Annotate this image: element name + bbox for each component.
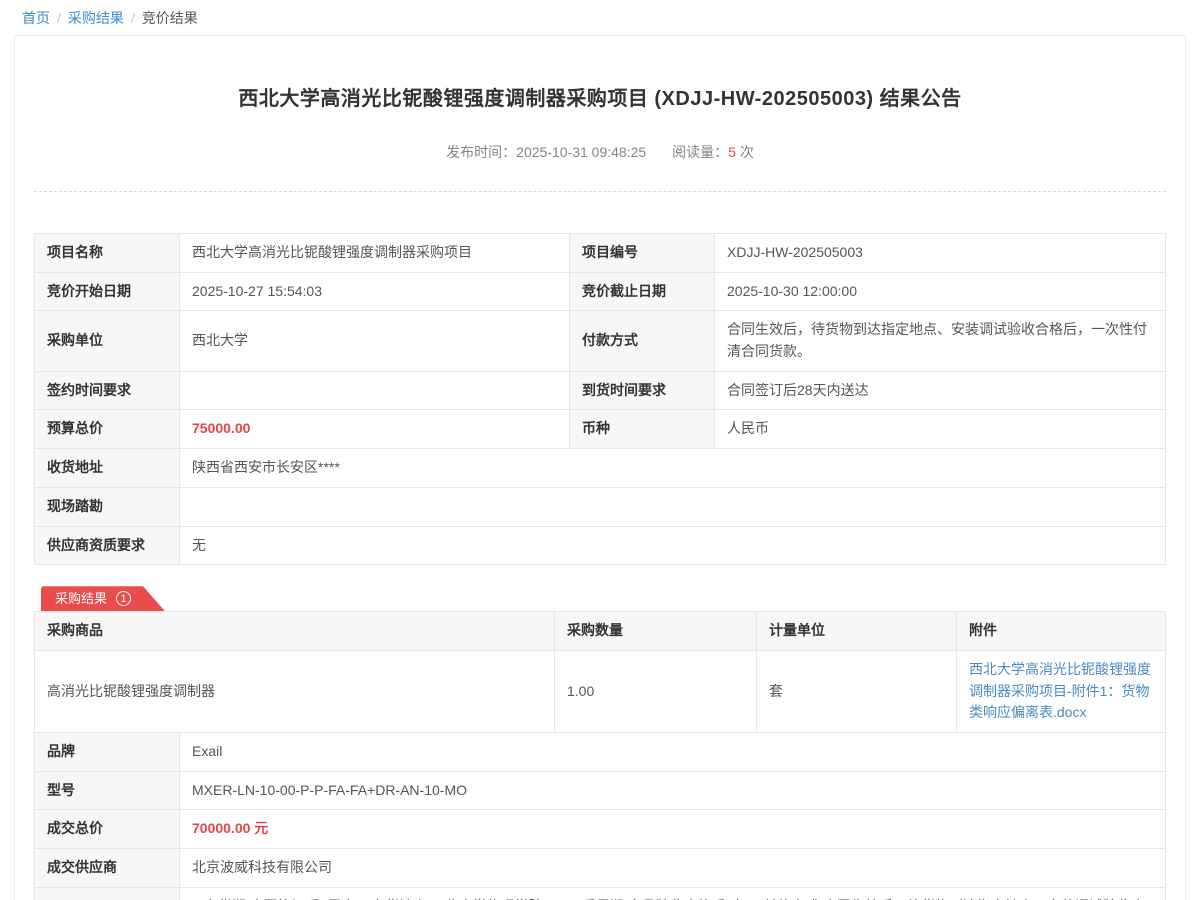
column-header-unit: 计量单位 xyxy=(757,612,957,651)
label-brand: 品牌 xyxy=(35,732,180,771)
result-detail-table: 品牌 Exail 型号 MXER-LN-10-00-P-P-FA-FA+DR-A… xyxy=(34,732,1166,900)
value-delivery-address: 陕西省西安市长安区**** xyxy=(180,449,1166,488)
table-row: 采购单位 西北大学 付款方式 合同生效后，待货物到达指定地点、安装调试验收合格后… xyxy=(35,311,1166,371)
purchase-result-badge-label: 采购结果 xyxy=(55,591,107,606)
table-row: 质保及售后服务 1 交货期 合同签订后4周内 2 交货地点 西北大学物理学院20… xyxy=(35,887,1166,900)
label-project-number: 项目编号 xyxy=(570,234,715,273)
value-model: MXER-LN-10-00-P-P-FA-FA+DR-AN-10-MO xyxy=(180,771,1166,810)
views-label: 阅读量： xyxy=(672,144,728,160)
label-bid-end-date: 竞价截止日期 xyxy=(570,272,715,311)
table-row: 成交供应商 北京波威科技有限公司 xyxy=(35,849,1166,888)
label-bid-start-date: 竞价开始日期 xyxy=(35,272,180,311)
table-row: 品牌 Exail xyxy=(35,732,1166,771)
value-delivery-time: 合同签订后28天内送达 xyxy=(715,371,1166,410)
publish-time-value: 2025-10-31 09:48:25 xyxy=(516,144,646,160)
label-budget-total: 预算总价 xyxy=(35,410,180,449)
label-model: 型号 xyxy=(35,771,180,810)
table-row: 项目名称 西北大学高消光比铌酸锂强度调制器采购项目 项目编号 XDJJ-HW-2… xyxy=(35,234,1166,273)
breadcrumb-separator: / xyxy=(57,10,61,26)
views-unit: 次 xyxy=(740,144,754,160)
breadcrumb-home-link[interactable]: 首页 xyxy=(22,10,50,26)
label-warranty-service: 质保及售后服务 xyxy=(35,887,180,900)
value-bid-end-date: 2025-10-30 12:00:00 xyxy=(715,272,1166,311)
label-currency: 币种 xyxy=(570,410,715,449)
label-payment-method: 付款方式 xyxy=(570,311,715,371)
breadcrumb-purchase-results-link[interactable]: 采购结果 xyxy=(68,10,124,26)
table-row: 竞价开始日期 2025-10-27 15:54:03 竞价截止日期 2025-1… xyxy=(35,272,1166,311)
value-bid-start-date: 2025-10-27 15:54:03 xyxy=(180,272,570,311)
breadcrumb-separator: / xyxy=(131,10,135,26)
label-site-survey: 现场踏勘 xyxy=(35,487,180,526)
table-row: 高消光比铌酸锂强度调制器 1.00 套 西北大学高消光比铌酸锂强度调制器采购项目… xyxy=(35,650,1166,732)
table-row: 现场踏勘 xyxy=(35,487,1166,526)
label-purchasing-unit: 采购单位 xyxy=(35,311,180,371)
column-header-quantity: 采购数量 xyxy=(555,612,757,651)
cell-product-name: 高消光比铌酸锂强度调制器 xyxy=(35,650,555,732)
column-header-product: 采购商品 xyxy=(35,612,555,651)
label-project-name: 项目名称 xyxy=(35,234,180,273)
attachment-link[interactable]: 西北大学高消光比铌酸锂强度调制器采购项目-附件1：货物类响应偏离表.docx xyxy=(969,661,1151,720)
label-delivery-time: 到货时间要求 xyxy=(570,371,715,410)
project-info-table: 项目名称 西北大学高消光比铌酸锂强度调制器采购项目 项目编号 XDJJ-HW-2… xyxy=(34,233,1166,565)
value-deal-price: 70000.00 元 xyxy=(180,810,1166,849)
label-delivery-address: 收货地址 xyxy=(35,449,180,488)
breadcrumb: 首页 / 采购结果 / 竞价结果 xyxy=(0,0,1200,35)
purchase-result-count-badge: 1 xyxy=(116,591,131,606)
value-budget-total: 75000.00 xyxy=(180,410,570,449)
value-payment-method: 合同生效后，待货物到达指定地点、安装调试验收合格后，一次性付清合同货款。 xyxy=(715,311,1166,371)
dashed-divider xyxy=(34,191,1166,192)
result-badge-row: 采购结果 1 xyxy=(34,586,1166,611)
purchase-result-badge: 采购结果 1 xyxy=(41,586,165,611)
table-row: 型号 MXER-LN-10-00-P-P-FA-FA+DR-AN-10-MO xyxy=(35,771,1166,810)
label-supplier-qualification: 供应商资质要求 xyxy=(35,526,180,565)
publish-meta: 发布时间：2025-10-31 09:48:25 阅读量：5 次 xyxy=(34,142,1166,162)
table-row: 预算总价 75000.00 币种 人民币 xyxy=(35,410,1166,449)
table-row: 供应商资质要求 无 xyxy=(35,526,1166,565)
table-row: 签约时间要求 到货时间要求 合同签订后28天内送达 xyxy=(35,371,1166,410)
goods-table: 采购商品 采购数量 计量单位 附件 高消光比铌酸锂强度调制器 1.00 套 西北… xyxy=(34,611,1166,733)
cell-quantity: 1.00 xyxy=(555,650,757,732)
value-supplier-qualification: 无 xyxy=(180,526,1166,565)
value-winning-supplier: 北京波威科技有限公司 xyxy=(180,849,1166,888)
label-winning-supplier: 成交供应商 xyxy=(35,849,180,888)
label-deal-price: 成交总价 xyxy=(35,810,180,849)
value-signing-time xyxy=(180,371,570,410)
value-currency: 人民币 xyxy=(715,410,1166,449)
value-brand: Exail xyxy=(180,732,1166,771)
announcement-card: 西北大学高消光比铌酸锂强度调制器采购项目 (XDJJ-HW-202505003)… xyxy=(14,35,1186,900)
cell-attachment: 西北大学高消光比铌酸锂强度调制器采购项目-附件1：货物类响应偏离表.docx xyxy=(957,650,1166,732)
column-header-attachment: 附件 xyxy=(957,612,1166,651)
page-title: 西北大学高消光比铌酸锂强度调制器采购项目 (XDJJ-HW-202505003)… xyxy=(34,36,1166,111)
table-row: 收货地址 陕西省西安市长安区**** xyxy=(35,449,1166,488)
value-site-survey xyxy=(180,487,1166,526)
table-row: 成交总价 70000.00 元 xyxy=(35,810,1166,849)
value-project-name: 西北大学高消光比铌酸锂强度调制器采购项目 xyxy=(180,234,570,273)
value-purchasing-unit: 西北大学 xyxy=(180,311,570,371)
value-warranty-service: 1 交货期 合同签订后4周内 2 交货地点 西北大学物理学院207 3 质保期 … xyxy=(180,887,1166,900)
value-project-number: XDJJ-HW-202505003 xyxy=(715,234,1166,273)
publish-time-label: 发布时间： xyxy=(446,144,516,160)
breadcrumb-current-page: 竞价结果 xyxy=(142,10,198,26)
cell-unit: 套 xyxy=(757,650,957,732)
table-header-row: 采购商品 采购数量 计量单位 附件 xyxy=(35,612,1166,651)
label-signing-time: 签约时间要求 xyxy=(35,371,180,410)
views-count: 5 xyxy=(728,144,736,160)
